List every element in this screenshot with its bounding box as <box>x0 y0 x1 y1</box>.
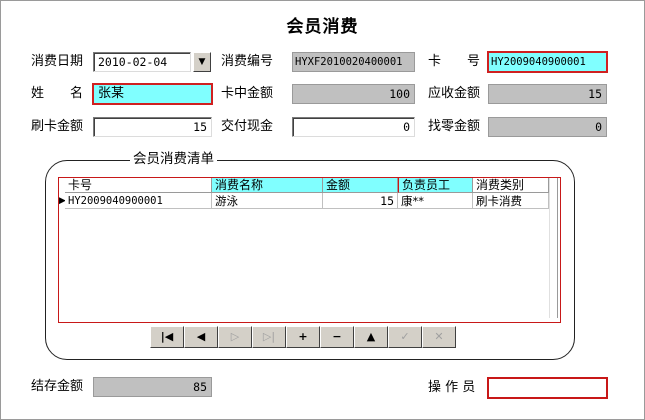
cash-field[interactable]: 0 <box>292 117 415 137</box>
card-balance-field: 100 <box>292 84 415 104</box>
remaining-field: 85 <box>93 377 212 397</box>
card-pay-label: 刷卡金额 <box>31 119 84 134</box>
grid-column-divider <box>549 178 550 318</box>
nav-edit-button[interactable]: ▲ <box>354 326 388 348</box>
nav-prior-button[interactable]: ◀ <box>184 326 218 348</box>
column-header-consume-name[interactable]: 消费名称 <box>212 178 323 193</box>
card-balance-label: 卡中金额 <box>221 86 274 101</box>
remaining-label: 结存金额 <box>31 379 84 394</box>
cell-consume-name: 游泳 <box>212 193 323 209</box>
cash-label: 交付现金 <box>221 119 274 134</box>
date-field[interactable]: 2010-02-04 <box>93 52 191 72</box>
consume-no-label: 消费编号 <box>221 54 274 69</box>
nav-insert-button[interactable]: + <box>286 326 320 348</box>
operator-field[interactable] <box>488 378 607 398</box>
consume-list-grid[interactable]: 卡号 消费名称 金额 负责员工 消费类别 ▶ HY2009040900001 游… <box>58 177 561 323</box>
consume-no-field: HYXF2010020400001 <box>292 52 415 72</box>
consume-list-title: 会员消费清单 <box>130 149 217 169</box>
nav-cancel-button[interactable]: ✕ <box>422 326 456 348</box>
grid-header-row: 卡号 消费名称 金额 负责员工 消费类别 <box>65 178 557 193</box>
grid-body: 卡号 消费名称 金额 负责员工 消费类别 ▶ HY2009040900001 游… <box>59 178 558 318</box>
column-header-category[interactable]: 消费类别 <box>473 178 549 193</box>
cell-card-no: HY2009040900001 <box>65 193 212 209</box>
cell-category: 刷卡消费 <box>473 193 549 209</box>
change-label: 找零金额 <box>428 119 481 134</box>
card-no-label: 卡 号 <box>428 54 481 69</box>
nav-post-button[interactable]: ✓ <box>388 326 422 348</box>
table-row[interactable]: HY2009040900001 游泳 15 康** 刷卡消费 <box>65 193 557 209</box>
nav-last-button[interactable]: ▷| <box>252 326 286 348</box>
card-pay-field[interactable]: 15 <box>93 117 212 137</box>
date-label: 消费日期 <box>31 54 84 69</box>
change-field: 0 <box>488 117 607 137</box>
receivable-field: 15 <box>488 84 607 104</box>
column-header-amount[interactable]: 金额 <box>323 178 398 193</box>
column-header-staff[interactable]: 负责员工 <box>398 178 473 193</box>
receivable-label: 应收金额 <box>428 86 481 101</box>
name-field[interactable]: 张某 <box>93 84 212 104</box>
column-header-card-no[interactable]: 卡号 <box>65 178 212 193</box>
name-label: 姓 名 <box>31 86 84 101</box>
nav-first-button[interactable]: |◀ <box>150 326 184 348</box>
cell-staff: 康** <box>398 193 473 209</box>
cell-amount: 15 <box>323 193 398 209</box>
card-no-field[interactable]: HY2009040900001 <box>488 52 607 72</box>
nav-delete-button[interactable]: − <box>320 326 354 348</box>
nav-next-button[interactable]: ▷ <box>218 326 252 348</box>
form-title: 会员消费 <box>286 17 359 37</box>
operator-label: 操 作 员 <box>428 380 476 395</box>
chevron-down-icon: ▼ <box>198 57 206 67</box>
date-dropdown-button[interactable]: ▼ <box>193 52 211 72</box>
